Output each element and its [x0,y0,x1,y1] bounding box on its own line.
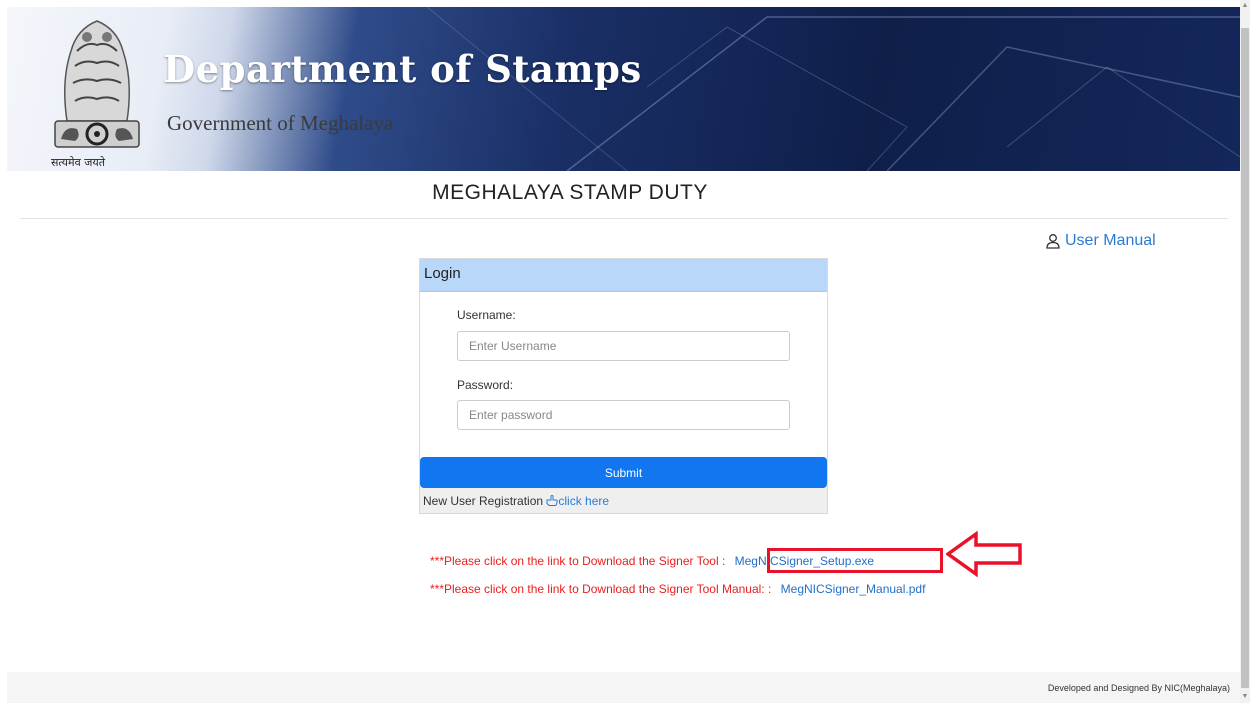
login-title: Login [424,265,461,282]
password-label: Password: [457,378,514,392]
scroll-down-icon[interactable]: ▼ [1240,691,1250,703]
login-card-header: Login [420,259,827,292]
registration-link-label: click here [558,494,610,508]
username-input[interactable] [457,331,790,361]
national-emblem-icon [54,20,140,148]
signer-manual-text: ***Please click on the link to Download … [430,582,772,596]
signer-manual-line: ***Please click on the link to Download … [430,582,925,596]
department-title: Department of Stamps [163,47,642,91]
emblem-caption: सत्यमेव जयते [51,156,106,169]
footer: Developed and Designed By NIC(Meghalaya) [7,672,1240,703]
hand-pointer-icon [546,494,559,506]
scroll-thumb[interactable] [1241,28,1249,688]
user-manual-link[interactable]: User Manual [1045,232,1156,250]
registration-text: New User Registration [423,494,544,508]
vertical-scrollbar[interactable]: ▲ ▼ [1240,0,1250,703]
arrow-left-icon [946,531,1022,577]
highlight-box [767,548,943,573]
divider [20,218,1228,219]
header-banner: सत्यमेव जयते Department of Stamps Govern… [7,7,1240,171]
login-card: Login Username: Password: Submit New Use… [419,258,828,514]
user-icon [1046,234,1060,249]
user-manual-label: User Manual [1065,232,1156,249]
department-subtitle: Government of Meghalaya [167,111,394,135]
password-input[interactable] [457,400,790,430]
signer-tool-text: ***Please click on the link to Download … [430,554,726,568]
username-label: Username: [457,308,516,322]
page-heading: MEGHALAYA STAMP DUTY [432,181,708,204]
registration-link[interactable]: click here [546,494,609,508]
footer-text: Developed and Designed By NIC(Meghalaya) [1047,683,1230,693]
submit-button[interactable]: Submit [420,457,827,488]
scroll-up-icon[interactable]: ▲ [1240,0,1250,12]
top-gap [0,0,1240,7]
signer-manual-link[interactable]: MegNICSigner_Manual.pdf [781,582,926,596]
registration-row: New User Registration click here [420,488,827,513]
